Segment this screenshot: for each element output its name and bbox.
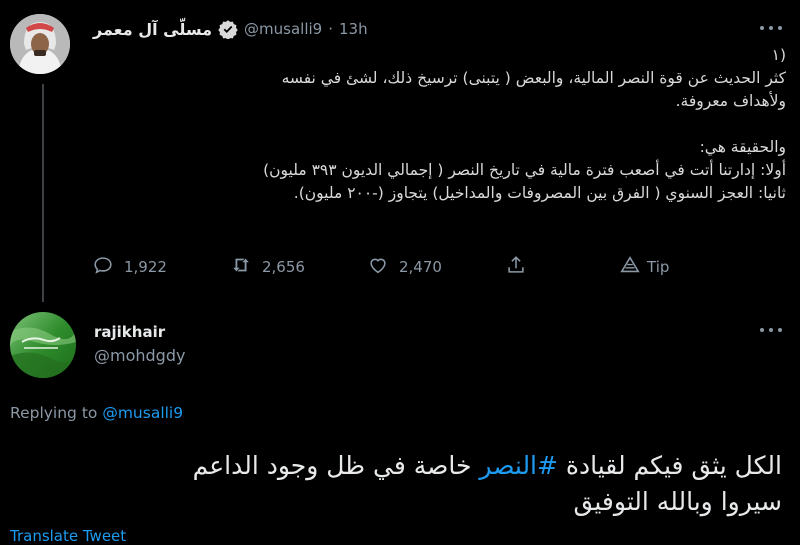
tweet2-body: الكل يثق فيكم لقيادة #النصر خاصة في ظل و…	[12, 448, 782, 520]
tweet1-action-bar: 1,922 2,656 2,470 Tip	[92, 254, 692, 280]
tweet1-line: (١	[771, 46, 786, 64]
tweet2-line-1: الكل يثق فيكم لقيادة #النصر خاصة في ظل و…	[12, 448, 782, 484]
retweet-icon	[230, 254, 252, 280]
tweet1-handle[interactable]: @musalli9	[244, 20, 322, 38]
tweet1-body: (١ كثر الحديث عن قوة النصر المالية، والب…	[90, 44, 786, 205]
tweet1-line: ثانيا: العجز السنوي ( الفرق بين المصروفا…	[293, 184, 786, 202]
tip-button[interactable]: Tip	[619, 254, 669, 280]
retweet-count: 2,656	[262, 258, 305, 276]
like-button[interactable]: 2,470	[367, 254, 442, 280]
replying-prefix: Replying to	[10, 404, 98, 422]
avatar-photo	[10, 14, 70, 74]
like-count: 2,470	[399, 258, 442, 276]
more-options-icon[interactable]	[760, 328, 782, 334]
avatar-musalli9[interactable]	[10, 14, 70, 74]
tip-label: Tip	[647, 258, 670, 276]
share-icon	[505, 254, 527, 280]
tweet2-header: rajikhair @mohdgdy	[94, 320, 185, 368]
reply-count: 1,922	[124, 258, 167, 276]
dot-separator: ·	[328, 20, 333, 38]
tweet1-header: مسلّى آل معمر @musalli9 · 13h	[93, 16, 368, 42]
more-options-icon[interactable]	[760, 26, 782, 32]
tweet1-line: كثر الحديث عن قوة النصر المالية، والبعض …	[281, 69, 786, 87]
replying-to: Replying to @musalli9	[10, 404, 183, 422]
share-button[interactable]	[505, 254, 527, 280]
tweet1-line: أولا: إدارتنا أتت في أصعب فترة مالية في …	[263, 161, 786, 179]
hashtag-link[interactable]: #النصر	[479, 451, 558, 480]
display-name[interactable]: مسلّى آل معمر	[93, 20, 212, 39]
tweet1-line	[90, 113, 786, 136]
tweet2-text-before-hashtag: الكل يثق فيكم لقيادة	[557, 451, 782, 480]
translate-tweet-link[interactable]: Translate Tweet	[10, 527, 126, 545]
verified-badge-icon	[218, 19, 238, 39]
tweet1-line: ولأهداف معروفة.	[675, 92, 786, 110]
tweet2-line-2: سيروا وبالله التوفيق	[573, 487, 782, 516]
tweet2-text-after-hashtag: خاصة في ظل وجود الداعم	[192, 451, 480, 480]
reply-button[interactable]: 1,922	[92, 254, 167, 280]
heart-icon	[367, 254, 389, 280]
display-name[interactable]: rajikhair	[94, 320, 185, 344]
tweet1-line: والحقيقة هي:	[699, 138, 786, 156]
reply-icon	[92, 254, 114, 280]
tweet1-time[interactable]: 13h	[339, 20, 368, 38]
avatar-rajikhair[interactable]	[10, 312, 76, 378]
replying-to-link[interactable]: @musalli9	[102, 404, 183, 422]
retweet-button[interactable]: 2,656	[230, 254, 305, 280]
saudi-flag-avatar-icon	[10, 312, 76, 378]
thread-line	[42, 84, 44, 302]
tweet2-handle[interactable]: @mohdgdy	[94, 344, 185, 368]
tip-icon	[619, 254, 641, 280]
